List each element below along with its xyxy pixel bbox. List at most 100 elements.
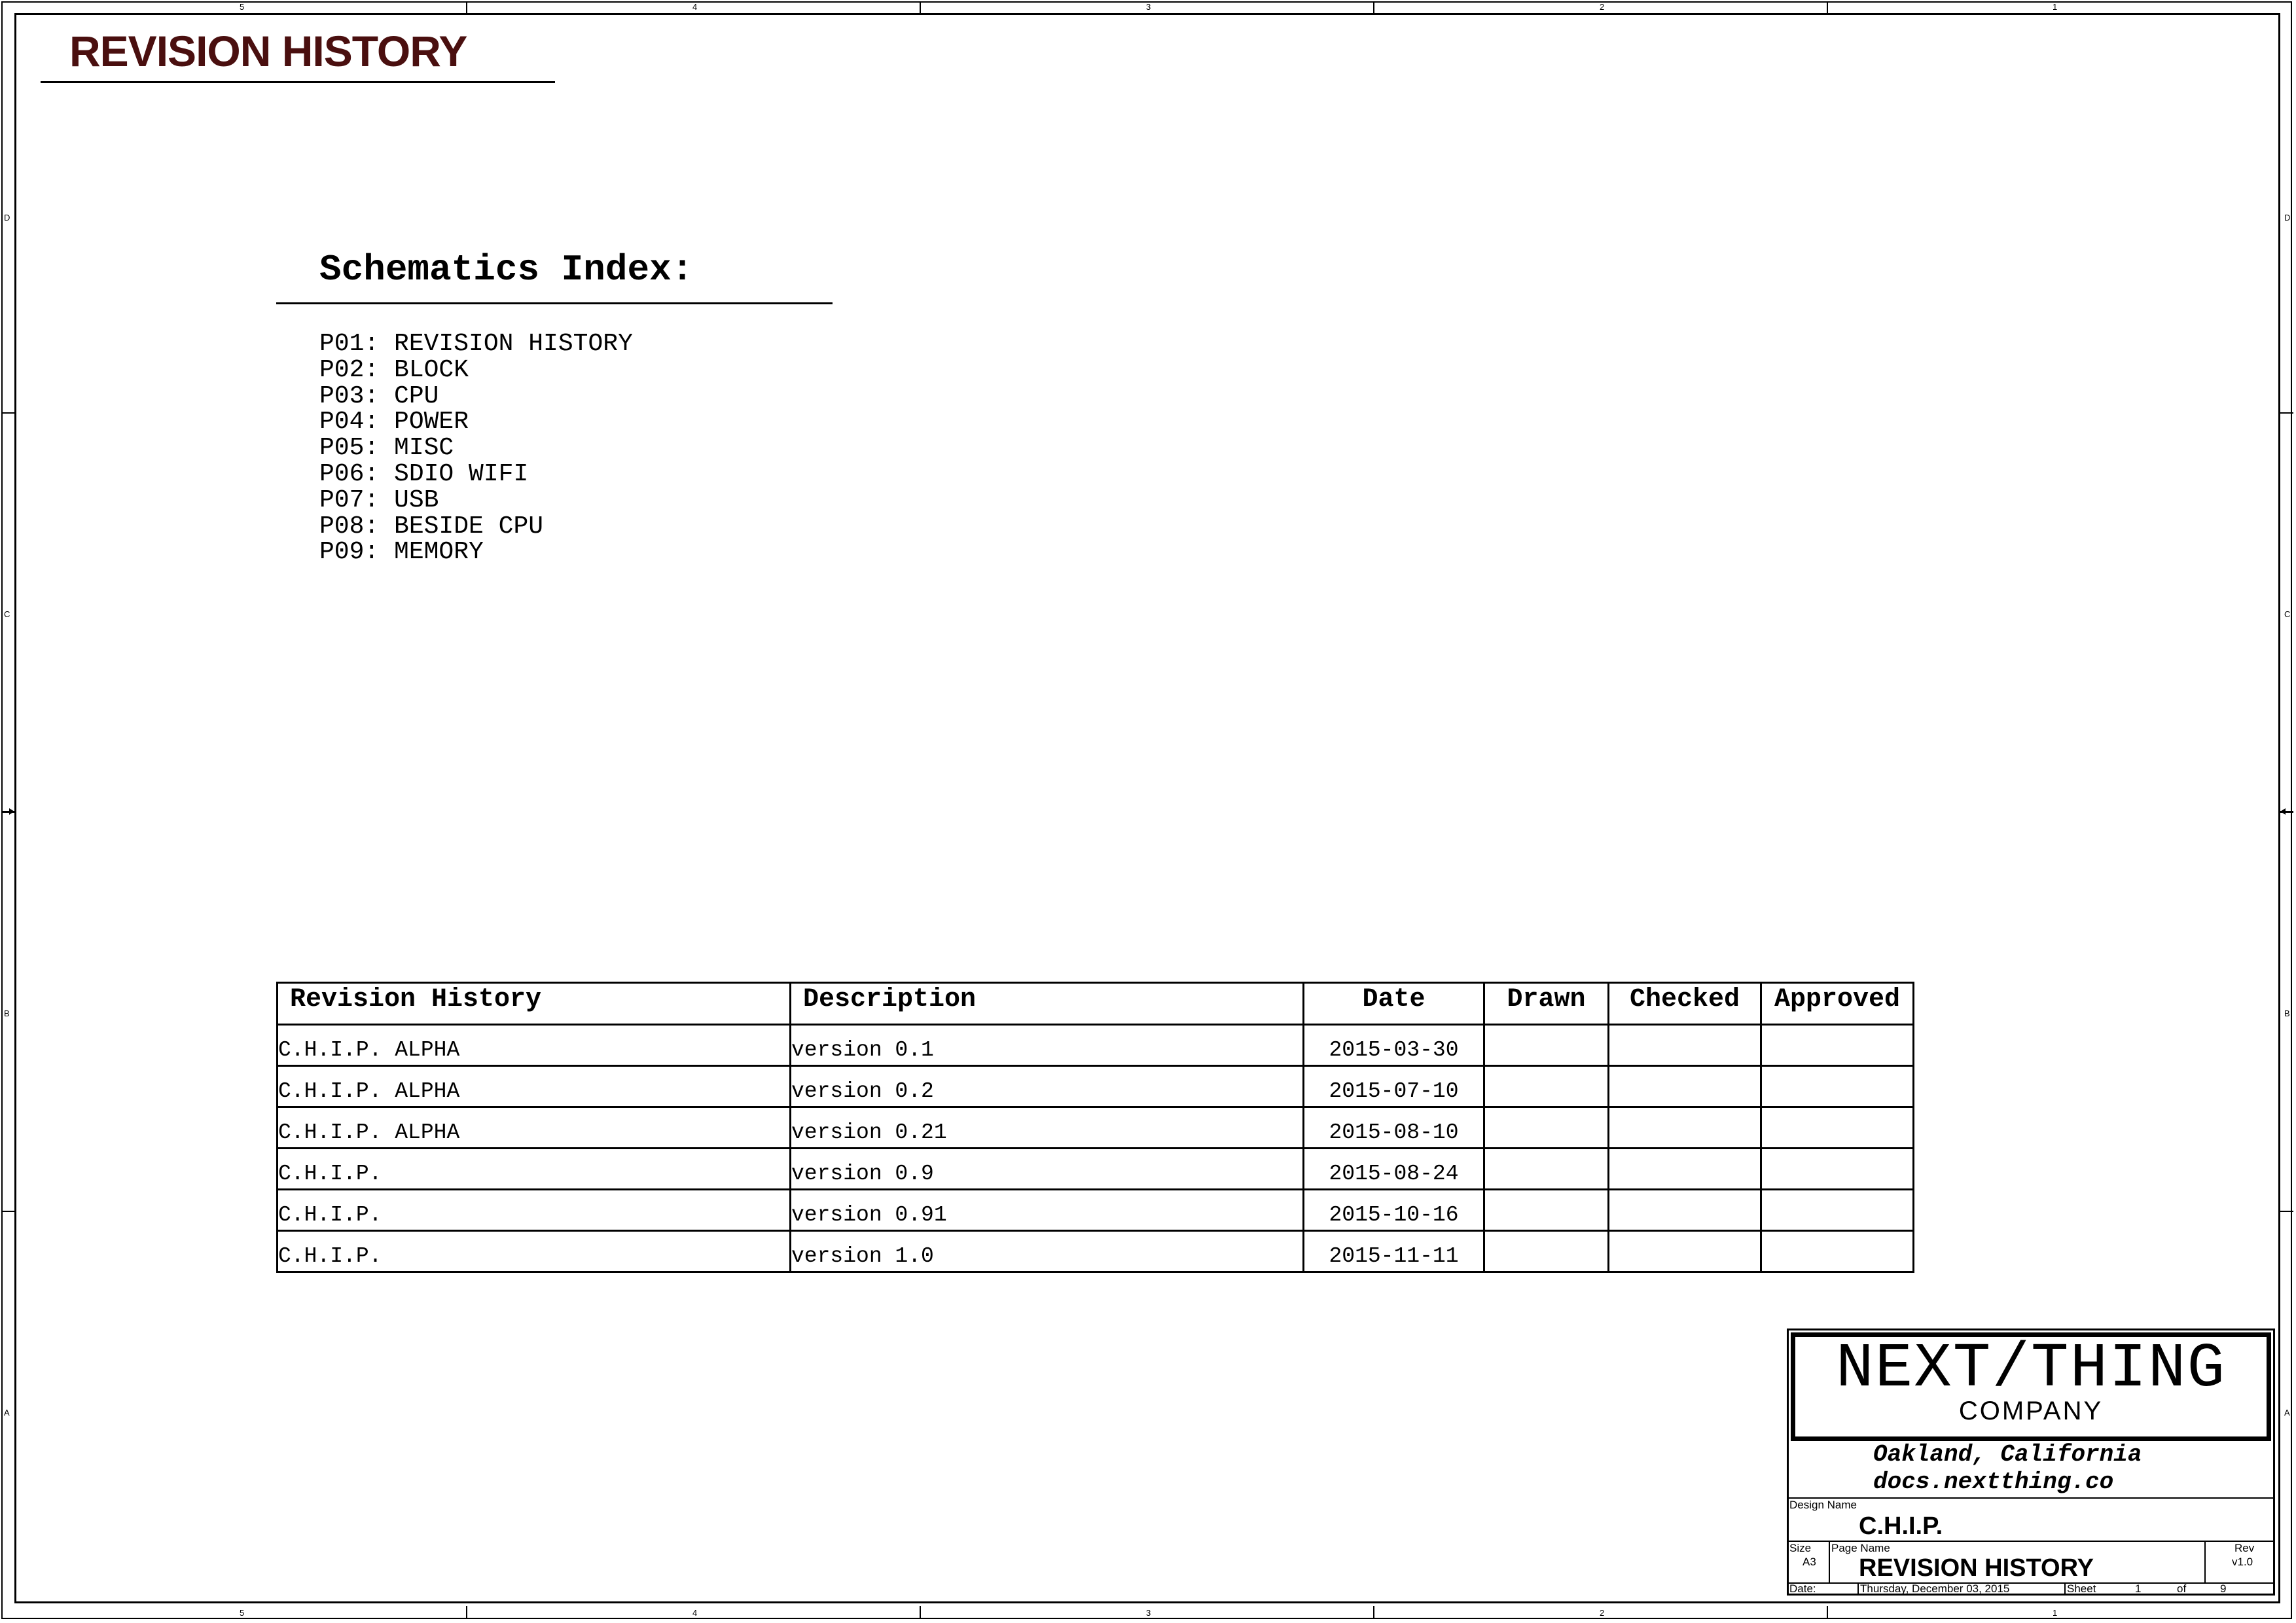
checked-cell [1607,1106,1762,1149]
checked-cell [1607,1188,1762,1232]
index-title-underline [276,302,833,304]
zone-row-label: A [2284,1408,2290,1418]
schematics-index-list: P01: REVISION HISTORY P02: BLOCK P03: CP… [319,331,633,565]
index-item: P04: POWER [319,408,469,437]
drawn-cell [1483,1147,1609,1190]
title-block-divider [2064,1582,2066,1594]
table-row: C.H.I.P. version 0.91 2015-10-16 [276,1188,1914,1232]
column-header-revision: Revision History [276,982,791,1026]
column-header-approved: Approved [1760,982,1914,1026]
zone-row-label: B [4,1008,10,1018]
zone-row-label: C [4,609,10,619]
zone-divider [1373,1,1374,13]
drawn-cell [1483,1230,1609,1273]
date-cell: 2015-03-30 [1302,1024,1485,1067]
size-value: A3 [1803,1556,1816,1568]
description-cell: version 0.21 [789,1106,1304,1149]
rev-label: Rev [2234,1542,2255,1554]
column-header-checked: Checked [1607,982,1762,1026]
title-block-divider [1829,1541,1830,1582]
zone-divider [2280,412,2293,414]
company-logo-subtext: COMPANY [1958,1397,2104,1425]
description-cell: version 0.9 [789,1147,1304,1190]
checked-cell [1607,1147,1762,1190]
center-arrow-right-icon [2280,808,2293,815]
revision-cell: C.H.I.P. [276,1147,791,1190]
zone-column-label: 1 [2053,2,2058,12]
date-cell: 2015-08-24 [1302,1147,1485,1190]
approved-cell [1760,1188,1914,1232]
revision-cell: C.H.I.P. [276,1188,791,1232]
checked-cell [1607,1024,1762,1067]
table-row: C.H.I.P. version 0.9 2015-08-24 [276,1147,1914,1190]
date-value: Thursday, December 03, 2015 [1860,1582,2010,1595]
table-row: C.H.I.P. ALPHA version 0.1 2015-03-30 [276,1024,1914,1067]
index-item: P07: USB [319,486,439,514]
sheet-title: REVISION HISTORY [69,27,467,75]
zone-row-label: C [2284,609,2291,619]
zone-divider [466,1606,467,1618]
drawn-cell [1483,1065,1609,1108]
title-block-divider [1787,1497,2275,1499]
revision-cell: C.H.I.P. [276,1230,791,1273]
date-cell: 2015-11-11 [1302,1230,1485,1273]
revision-cell: C.H.I.P. ALPHA [276,1065,791,1108]
index-title: Schematics Index: [319,249,694,291]
zone-divider [1,1211,14,1212]
zone-divider [1827,1,1828,13]
design-name-label: Design Name [1789,1499,1857,1511]
page-name-label: Page Name [1831,1542,1890,1554]
zone-column-label: 5 [240,2,245,12]
index-item: P01: REVISION HISTORY [319,330,633,358]
drawn-cell [1483,1106,1609,1149]
description-cell: version 0.2 [789,1065,1304,1108]
approved-cell [1760,1230,1914,1273]
sheet-of-label: of [2177,1582,2187,1595]
approved-cell [1760,1065,1914,1108]
zone-column-label: 4 [692,1608,698,1618]
index-item: P02: BLOCK [319,355,469,384]
zone-divider [1,412,14,414]
zone-column-label: 1 [2053,1608,2058,1618]
zone-column-label: 5 [240,1608,245,1618]
drawn-cell [1483,1024,1609,1067]
zone-divider [920,1606,921,1618]
zone-column-label: 2 [1600,1608,1605,1618]
center-arrow-left-icon [1,808,14,815]
index-item: P08: BESIDE CPU [319,512,544,541]
revision-cell: C.H.I.P. ALPHA [276,1106,791,1149]
table-header-row: Revision History Description Date Drawn … [276,982,1914,1026]
date-cell: 2015-08-10 [1302,1106,1485,1149]
zone-divider [2280,1211,2293,1212]
date-label: Date: [1789,1582,1816,1595]
table-row: C.H.I.P. ALPHA version 0.2 2015-07-10 [276,1065,1914,1108]
drawn-cell [1483,1188,1609,1232]
company-logo-text: NEXT/THING [1835,1333,2227,1404]
checked-cell [1607,1230,1762,1273]
description-cell: version 0.1 [789,1024,1304,1067]
table-row: C.H.I.P. ALPHA version 0.21 2015-08-10 [276,1106,1914,1149]
zone-row-label: A [4,1408,10,1418]
checked-cell [1607,1065,1762,1108]
index-item: P05: MISC [319,434,454,463]
approved-cell [1760,1147,1914,1190]
revision-cell: C.H.I.P. ALPHA [276,1024,791,1067]
company-address: Oakland, California [1873,1441,2142,1468]
index-item: P06: SDIO WIFI [319,459,529,488]
zone-column-label: 3 [1146,1608,1151,1618]
size-label: Size [1789,1542,1812,1554]
zone-divider [1827,1606,1828,1618]
page-name: REVISION HISTORY [1859,1554,2094,1582]
date-cell: 2015-10-16 [1302,1188,1485,1232]
rev-value: v1.0 [2232,1556,2253,1568]
zone-row-label: B [2284,1008,2290,1018]
description-cell: version 1.0 [789,1230,1304,1273]
zone-divider [1373,1606,1374,1618]
zone-column-label: 2 [1600,2,1605,12]
sheet-title-underline [41,81,555,83]
zone-column-label: 4 [692,2,698,12]
revision-history-table: Revision History Description Date Drawn … [276,982,1914,1273]
column-header-date: Date [1302,982,1485,1026]
zone-row-label: D [2284,213,2291,223]
column-header-drawn: Drawn [1483,982,1609,1026]
